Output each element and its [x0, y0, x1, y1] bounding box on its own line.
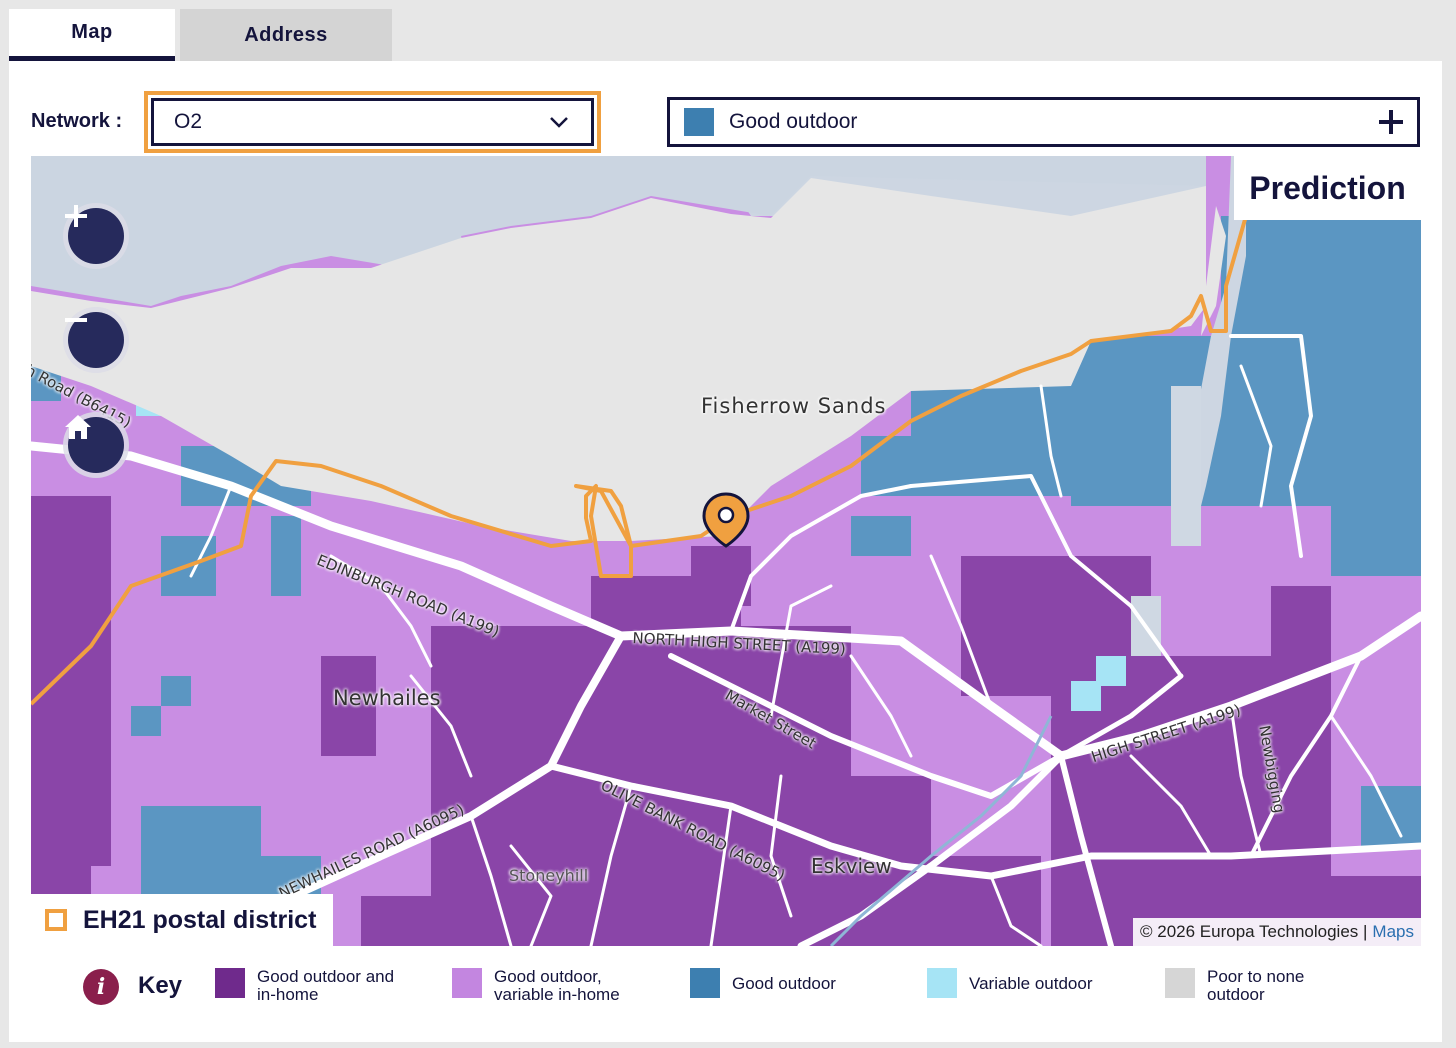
plus-icon[interactable] [1379, 110, 1403, 134]
legend-item-good-outdoor: Good outdoor [690, 968, 836, 998]
layer-color-swatch [684, 108, 714, 136]
coverage-map[interactable]: Fisherrow Sands Newhailes Eskview Stoney… [31, 156, 1421, 946]
legend-swatch [927, 968, 957, 998]
coverage-layer-select[interactable]: Good outdoor [667, 97, 1420, 147]
map-attribution: © 2026 Europa Technologies | Maps [1133, 918, 1421, 946]
legend-item-poor-outdoor: Poor to none outdoor [1165, 968, 1327, 1004]
legend-item-variable-indoor: Good outdoor, variable in-home [452, 968, 654, 1004]
place-label-newhailes: Newhailes [333, 686, 441, 710]
legend-label: Poor to none outdoor [1207, 967, 1305, 1004]
prediction-title: Prediction [1234, 156, 1421, 220]
key-title: Key [138, 972, 183, 999]
zoom-in-icon [65, 205, 87, 227]
legend-swatch [215, 968, 245, 998]
tab-map[interactable]: Map [9, 9, 175, 61]
main-panel: Network : O2 Good outdoor Fisherrow Sand… [9, 61, 1442, 1042]
chevron-down-icon [550, 117, 568, 128]
zoom-out-button[interactable] [63, 307, 129, 373]
place-label-eskview: Eskview [811, 854, 892, 878]
network-label: Network : [31, 110, 123, 132]
home-icon [65, 415, 91, 439]
layer-label: Good outdoor [729, 110, 858, 133]
place-label-stoneyhill: Stoneyhill [509, 866, 589, 885]
legend-swatch [452, 968, 482, 998]
home-button[interactable] [63, 412, 129, 478]
attribution-maps-link[interactable]: Maps [1372, 922, 1414, 942]
postal-district-label: EH21 postal district [83, 905, 317, 934]
postal-district-legend: EH21 postal district [31, 894, 333, 946]
zoom-in-button[interactable] [63, 203, 129, 269]
legend-label: Good outdoor, variable in-home [494, 967, 620, 1004]
attribution-text: © 2026 Europa Technologies | [1140, 922, 1368, 941]
network-value: O2 [174, 110, 203, 133]
legend-label: Good outdoor [732, 974, 836, 993]
legend-item-good-indoor: Good outdoor and in-home [215, 968, 417, 1004]
place-label-fisherrow: Fisherrow Sands [701, 394, 887, 418]
tab-address[interactable]: Address [180, 9, 392, 61]
network-select[interactable]: O2 [144, 91, 601, 153]
coverage-key: i Key Good outdoor and in-home Good outd… [9, 966, 1442, 1026]
network-select-inner[interactable]: O2 [151, 98, 594, 146]
map-canvas[interactable] [31, 156, 1421, 946]
legend-label: Variable outdoor [969, 974, 1093, 993]
postal-district-swatch [45, 909, 67, 931]
tab-bar: Map Address [9, 9, 392, 61]
info-icon[interactable]: i [83, 969, 119, 1005]
legend-swatch [690, 968, 720, 998]
legend-swatch [1165, 968, 1195, 998]
legend-item-variable-outdoor: Variable outdoor [927, 968, 1093, 998]
legend-label: Good outdoor and in-home [257, 967, 395, 1004]
zoom-out-icon [65, 318, 87, 322]
